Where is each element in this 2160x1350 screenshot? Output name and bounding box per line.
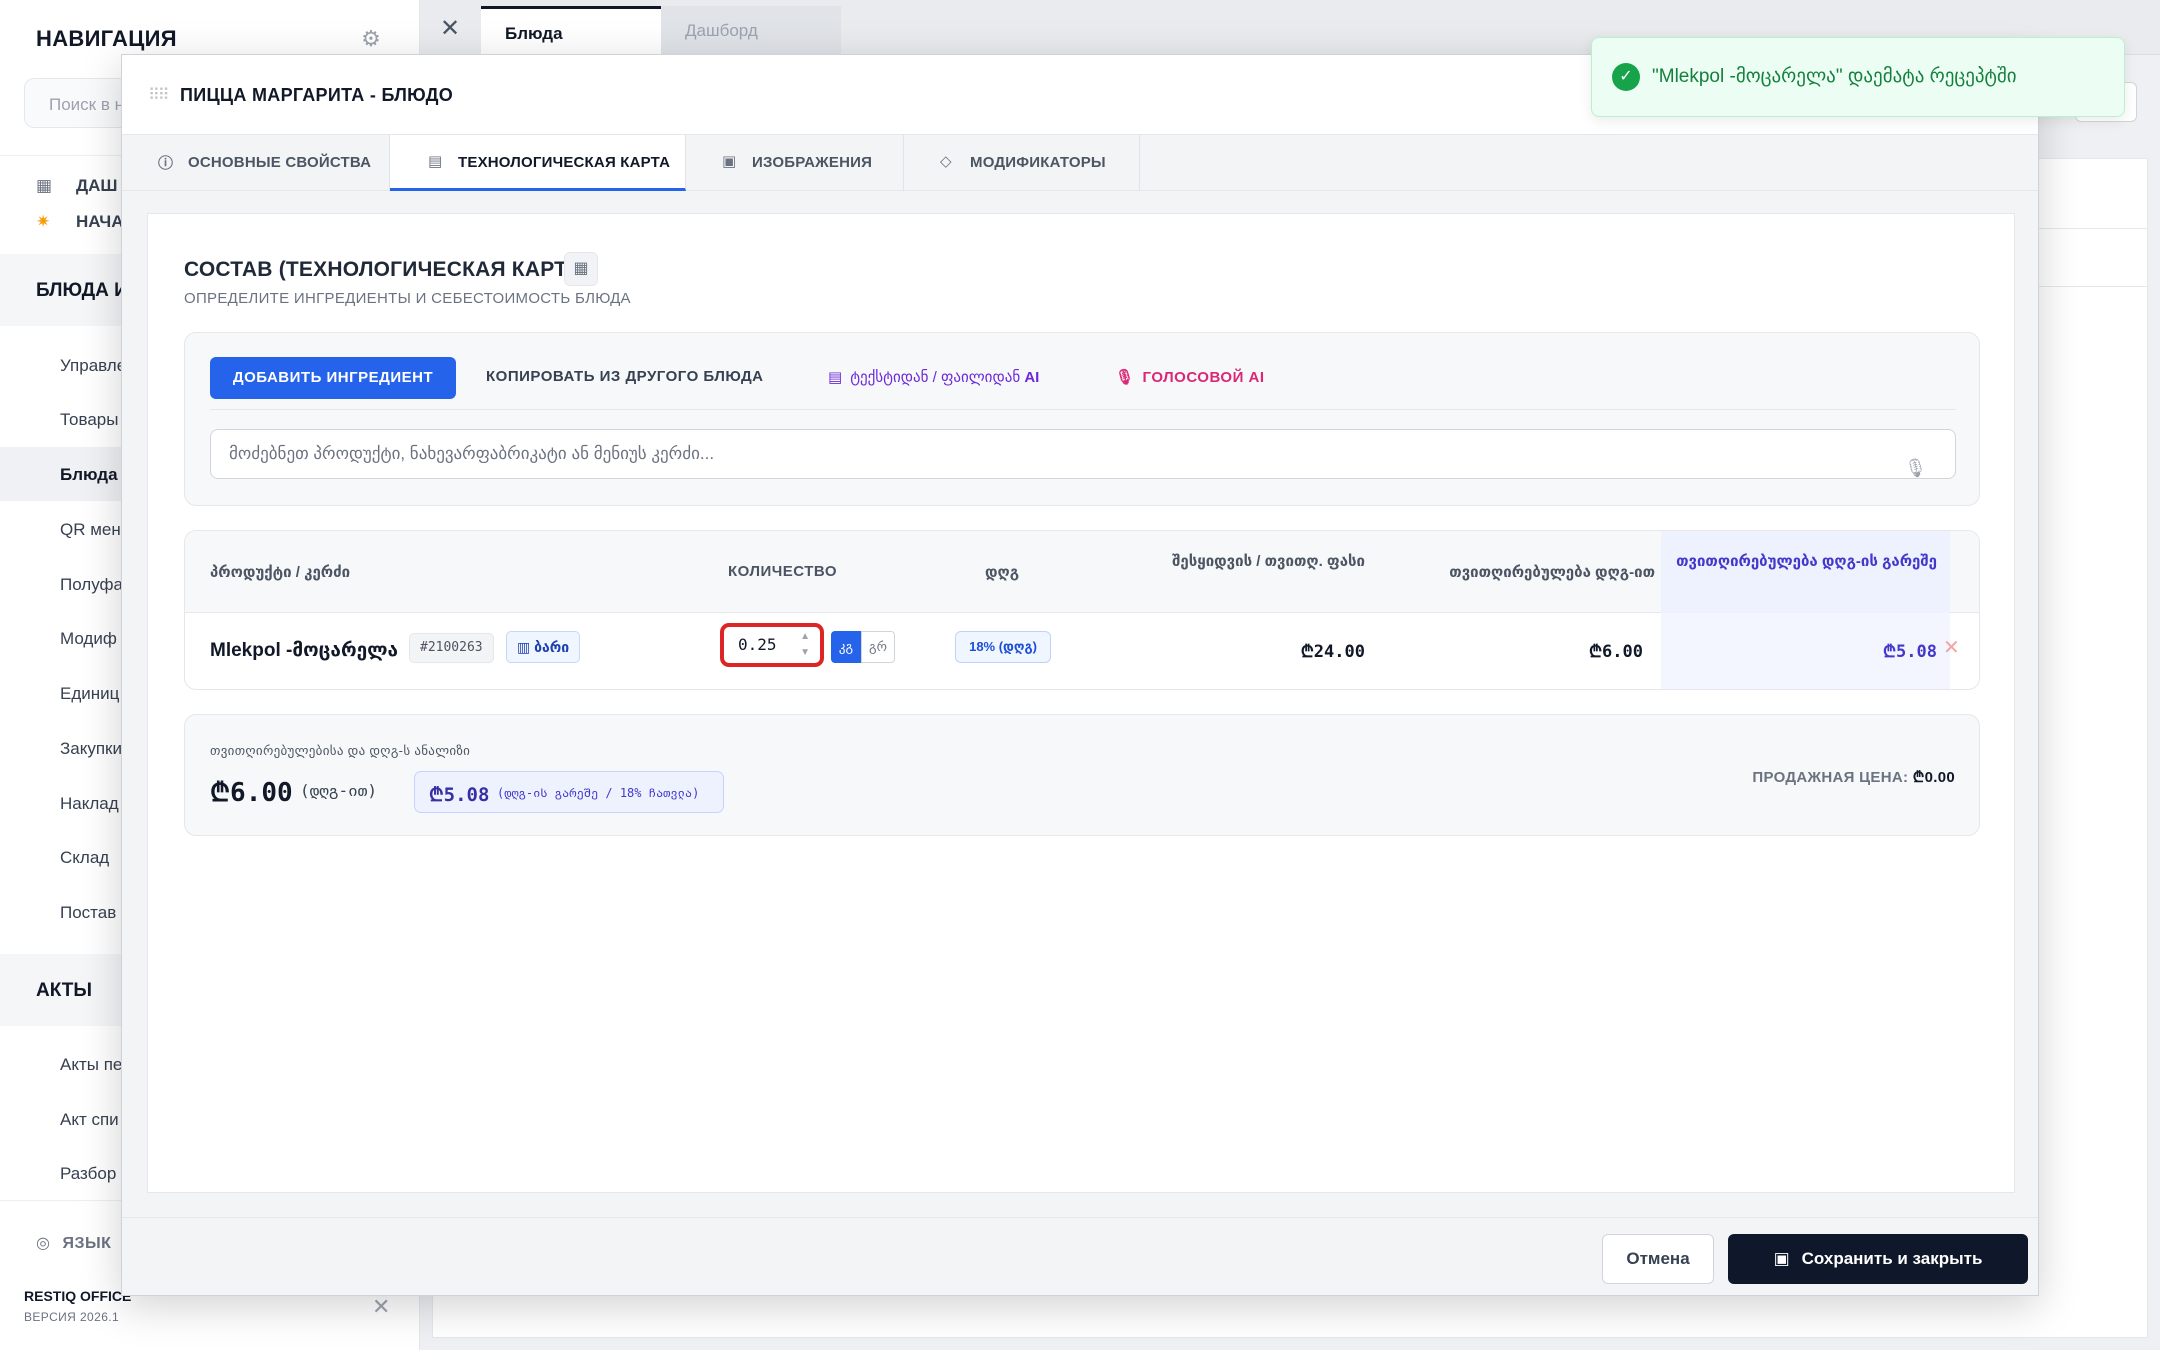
language-selector[interactable]: ◎ ЯЗЫК (36, 1233, 111, 1253)
total-without-vat: ₾5.08 (429, 784, 490, 806)
ingredients-table: პროდუქტი / კერძი КОЛИЧЕСТВО დღგ შესყიდვი… (184, 530, 1980, 690)
microphone-icon: 🎙 (1115, 369, 1135, 386)
tab-dishes[interactable]: Блюда (481, 6, 661, 56)
ai-label: AI (1024, 369, 1040, 386)
language-label: ЯЗЫК (62, 1235, 112, 1252)
version-label: ВЕРСИЯ 2026.1 (24, 1310, 120, 1324)
sale-price: ПРОДАЖНАЯ ЦЕНА: ₾0.00 (1752, 767, 1955, 787)
delete-icon[interactable]: ✕ (1943, 635, 1960, 660)
dashboard-icon: ▦ (36, 176, 53, 195)
purchase-price: ₾24.00 (1300, 642, 1365, 662)
brand-name: RESTIQ OFFICE (24, 1288, 132, 1304)
ai-from-text-label: ტექსტიდან / ფაილიდან (850, 369, 1021, 386)
spinner-arrows-icon[interactable]: ▲ ▼ (800, 629, 810, 661)
tech-card-panel: СОСТАВ (ТЕХНОЛОГИЧЕСКАЯ КАРТА) ▦ ОПРЕДЕЛ… (147, 213, 2015, 1193)
quantity-value[interactable]: 0.25 (738, 635, 777, 654)
ingredient-actions: ДОБАВИТЬ ИНГРЕДИЕНТ КОПИРОВАТЬ ИЗ ДРУГОГ… (184, 332, 1980, 506)
sidebar-title: НАВИГАЦИЯ (36, 26, 177, 51)
header-cost-without-vat: თვითღირებულება დღგ-ის გარეშე (1676, 553, 1937, 570)
cost-without-vat: ₾5.08 (1882, 642, 1937, 662)
search-placeholder: მოძებნეთ პროდუქტი, ნახევარფაბრიკატი ან მ… (229, 444, 715, 463)
tab-label: МОДИФИКАТОРЫ (970, 154, 1106, 171)
tab-dashboard[interactable]: Дашборд (661, 6, 841, 56)
save-and-close-button[interactable]: ▣ Сохранить и закрыть (1728, 1234, 2028, 1284)
warehouse-label: ბარი (534, 639, 570, 655)
summary-label: თვითღირებულებისა და დღგ-ს ანალიზი (210, 743, 471, 758)
tab-label: ИЗОБРАЖЕНИЯ (752, 154, 873, 171)
ai-from-text-button[interactable]: ▤ ტექსტიდან / ფაილიდან AI (828, 368, 1039, 386)
close-icon[interactable]: ✕ (372, 1294, 390, 1320)
cost-with-vat: ₾6.00 (1588, 642, 1643, 662)
header-purchase-price: შესყიდვის / თვითღ. ფასი (1172, 553, 1365, 570)
voice-ai-button[interactable]: 🎙 ГОЛОСОВОЙ AI (1115, 368, 1265, 386)
sidebar-item-label: ДАШ (76, 176, 118, 195)
section-title: СОСТАВ (ТЕХНОЛОГИЧЕСКАЯ КАРТА) (184, 258, 589, 281)
globe-icon: ◎ (36, 1235, 51, 1252)
unit-gr-toggle[interactable]: გრ (861, 631, 895, 663)
sidebar-item-dashboard[interactable]: ▦ ДАШ (36, 176, 117, 196)
success-toast[interactable]: ✓ "Mlekpol -მოცარელა" დაემატა რეცეპტში (1591, 37, 2125, 117)
total-without-vat-note: (დღგ-ის გარეშე / 18% ჩათვლა) (497, 786, 700, 800)
tab-basic-properties[interactable]: ⓘ ОСНОВНЫЕ СВОЙСТВА (122, 135, 390, 191)
header-product: პროდუქტი / კერძი (210, 564, 351, 581)
warehouse-icon: ▥ (517, 639, 535, 655)
tag-icon: ◇ (940, 153, 952, 170)
drag-handle-icon[interactable]: ⠿⠿ (148, 85, 169, 105)
file-text-icon: ▤ (828, 369, 843, 386)
save-icon: ▣ (1773, 1249, 1790, 1268)
sidebar-item-start[interactable]: ✷ НАЧА (36, 212, 123, 232)
dish-modal: ⠿⠿ ПИЦЦА МАРГАРИТА - БЛЮДО ⓘ ОСНОВНЫЕ СВО… (121, 54, 2039, 1296)
ingredient-search-input[interactable]: მოძებნეთ პროდუქტი, ნახევარფაბრიკატი ან მ… (210, 429, 1956, 479)
total-with-vat: ₾6.00 (210, 778, 293, 808)
quantity-stepper[interactable]: 0.25 ▲ ▼ (720, 623, 824, 667)
divider (210, 409, 1956, 410)
tab-label: ТЕХНОЛОГИЧЕСКАЯ КАРТА (458, 154, 671, 171)
microphone-off-icon[interactable]: 🎙 (1904, 444, 1927, 492)
info-icon: ⓘ (158, 155, 174, 172)
toast-message: "Mlekpol -მოცარელა" დაემატა რეცეპტში (1652, 66, 2017, 87)
cancel-button[interactable]: Отмена (1602, 1234, 1714, 1284)
warehouse-badge[interactable]: ▥ ბარი (506, 631, 581, 663)
total-with-vat-note: (დღგ-ით) (300, 781, 378, 800)
add-ingredient-button[interactable]: ДОБАВИТЬ ИНГРЕДИЕНТ (210, 357, 456, 399)
gear-icon[interactable]: ⚙ (358, 26, 384, 52)
sale-price-value: ₾0.00 (1912, 769, 1955, 786)
close-icon[interactable]: ✕ (440, 14, 460, 43)
calendar-icon[interactable]: ▦ (564, 252, 598, 286)
modal-footer: Отмена ▣ Сохранить и закрыть (122, 1217, 2038, 1295)
tab-images[interactable]: ▣ ИЗОБРАЖЕНИЯ (686, 135, 904, 191)
vat-badge[interactable]: 18% (დღგ) (955, 631, 1051, 663)
save-label: Сохранить и закрыть (1801, 1249, 1983, 1268)
sparkles-icon: ✷ (36, 212, 51, 231)
document-icon: ▤ (428, 153, 443, 170)
check-circle-icon: ✓ (1612, 63, 1640, 91)
voice-ai-label: ГОЛОСОВОЙ AI (1142, 369, 1265, 386)
header-vat: დღგ (985, 564, 1020, 581)
section-subtitle: ОПРЕДЕЛИТЕ ИНГРЕДИЕНТЫ И СЕБЕСТОИМОСТЬ Б… (184, 290, 631, 307)
header-quantity: КОЛИЧЕСТВО (728, 563, 838, 580)
modal-tabs: ⓘ ОСНОВНЫЕ СВОЙСТВА ▤ ТЕХНОЛОГИЧЕСКАЯ КАРТ… (122, 135, 2038, 191)
cost-summary: თვითღირებულებისა და დღგ-ს ანალიზი ₾6.00 … (184, 714, 1980, 836)
tab-tech-card[interactable]: ▤ ТЕХНОЛОГИЧЕСКАЯ КАРТА (390, 135, 686, 191)
copy-from-dish-button[interactable]: КОПИРОВАТЬ ИЗ ДРУГОГО БЛЮДА (486, 368, 763, 385)
unit-kg-toggle[interactable]: კგ (831, 631, 861, 663)
ingredient-code: #2100263 (409, 633, 494, 663)
image-icon: ▣ (722, 153, 737, 170)
modal-title: ПИЦЦА МАРГАРИТА - БЛЮДО (180, 85, 453, 105)
sale-price-label: ПРОДАЖНАЯ ЦЕНА: (1752, 769, 1909, 786)
tab-modifiers[interactable]: ◇ МОДИФИКАТОРЫ (904, 135, 1140, 191)
header-cost-with-vat: თვითღირებულება დღგ-ით (1449, 564, 1655, 581)
ingredient-name: Mlekpol -მოცარელა (210, 640, 399, 661)
tab-label: ОСНОВНЫЕ СВОЙСТВА (188, 154, 372, 171)
total-without-vat-pill: ₾5.08 (დღგ-ის გარეშე / 18% ჩათვლა) (414, 771, 724, 813)
sidebar-item-label: НАЧА (76, 212, 124, 231)
